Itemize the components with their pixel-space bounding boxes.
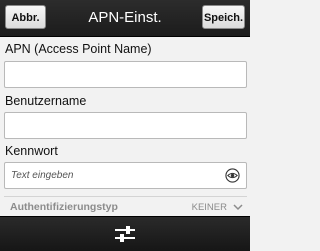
eye-icon[interactable] [225, 168, 240, 183]
username-field[interactable] [4, 112, 247, 139]
chevron-down-icon [233, 204, 243, 211]
apn-field[interactable] [4, 61, 247, 88]
auth-type-label: Authentifizierungstyp [10, 201, 118, 213]
password-label: Kennwort [5, 144, 58, 158]
cancel-button[interactable]: Abbr. [5, 5, 46, 29]
password-field[interactable]: Text eingeben [4, 162, 247, 189]
apn-label: APN (Access Point Name) [5, 42, 152, 56]
password-placeholder: Text eingeben [11, 170, 74, 181]
bottom-action-bar [0, 216, 250, 251]
username-label: Benutzername [5, 94, 87, 108]
auth-type-value: KEINER [191, 202, 227, 213]
settings-sliders-icon[interactable] [110, 221, 140, 247]
page-title: APN-Einst. [88, 9, 162, 26]
save-button[interactable]: Speich. [202, 5, 245, 29]
title-bar: Abbr. APN-Einst. Speich. [0, 0, 250, 37]
